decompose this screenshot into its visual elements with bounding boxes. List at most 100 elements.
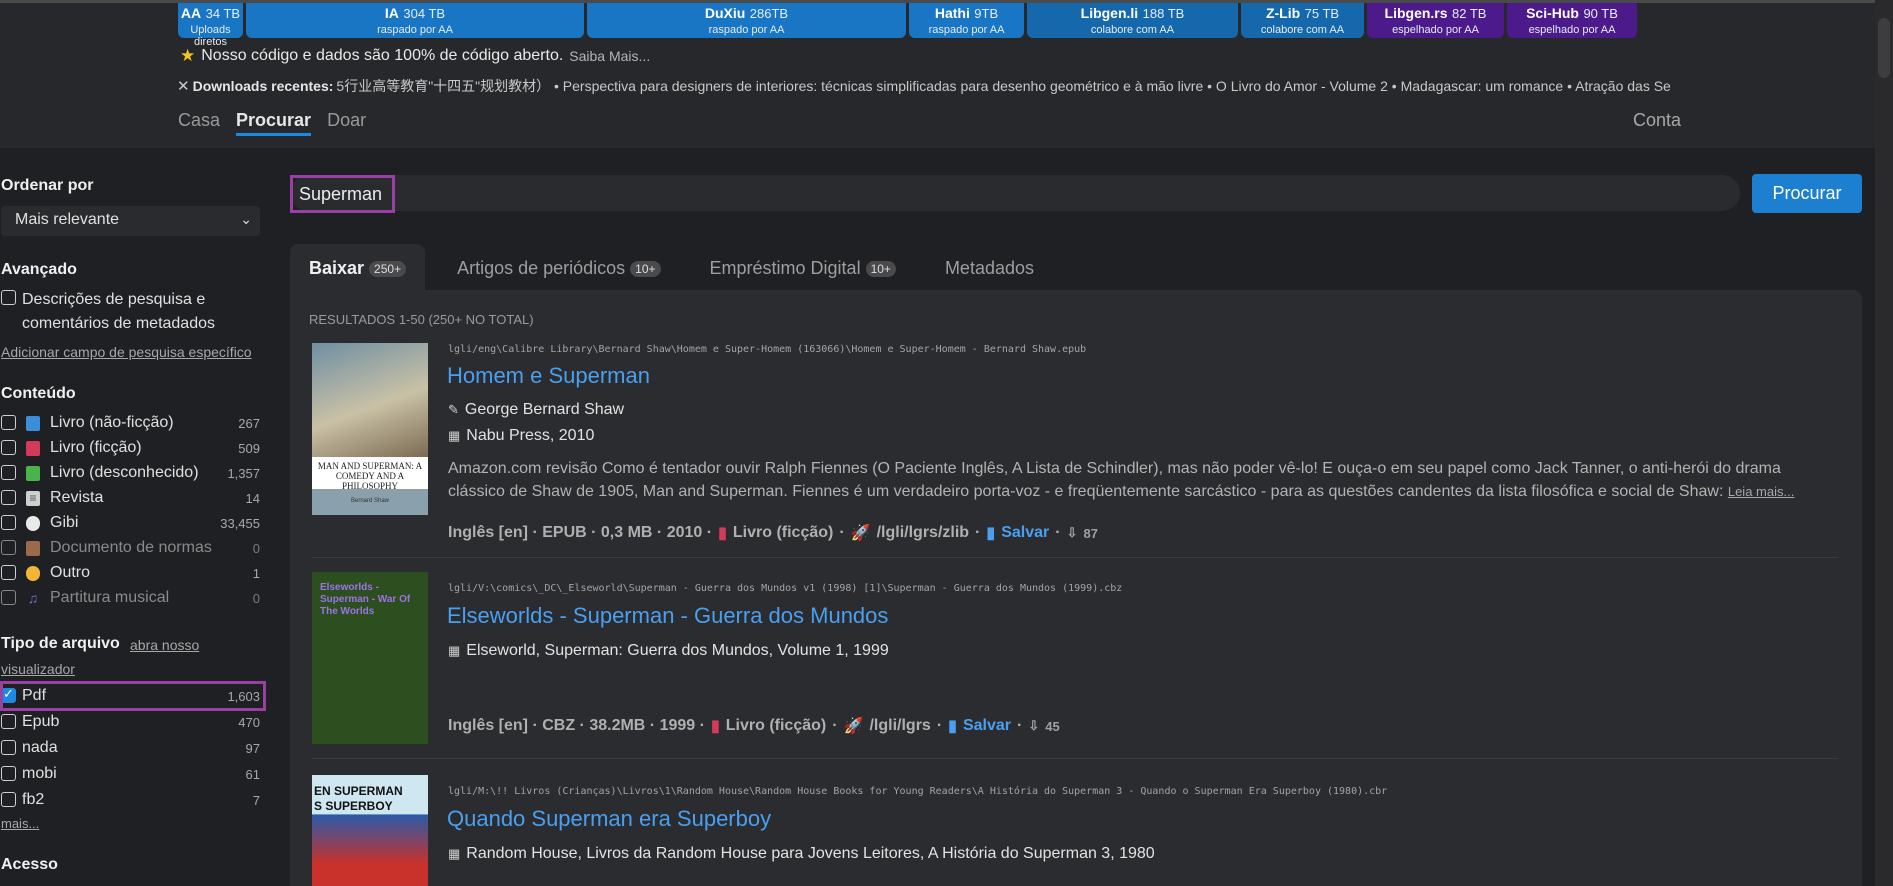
filetype-filter-none[interactable]: nada 97 <box>0 737 262 759</box>
sort-value: Mais relevante <box>15 211 120 228</box>
mirror-zlib[interactable]: Z-Lib 75 TB colabore com AA <box>1241 3 1364 38</box>
filter-count: 1,357 <box>227 466 260 481</box>
filter-label: Livro (desconhecido) <box>50 464 199 481</box>
content-filter-other[interactable]: Outro 1 <box>0 562 262 584</box>
content-filter-unknown[interactable]: Livro (desconhecido) 1,357 <box>0 462 262 484</box>
mirror-ia[interactable]: IA 304 TB raspado por AA <box>246 3 584 38</box>
filter-checkbox[interactable] <box>1 415 16 430</box>
learn-more-link[interactable]: Saiba Mais... <box>569 48 650 64</box>
mirror-scihub[interactable]: Sci-Hub 90 TB espelhado por AA <box>1507 3 1637 38</box>
more-filetypes-link[interactable]: mais... <box>1 816 39 831</box>
result-separator <box>312 758 1838 759</box>
mirror-libgen-li[interactable]: Libgen.li 188 TB colabore com AA <box>1027 3 1238 38</box>
tab-badge: 10+ <box>865 261 896 277</box>
download-icon: ⇩ <box>1066 525 1078 540</box>
scrollbar-thumb[interactable] <box>1878 18 1890 78</box>
nav-home[interactable]: Casa <box>178 110 220 136</box>
mirror-duxiu[interactable]: DuXiu 286TB raspado por AA <box>587 3 906 38</box>
result-title-link[interactable]: Quando Superman era Superboy <box>447 806 771 832</box>
nav-donate[interactable]: Doar <box>327 110 366 136</box>
filter-checkbox[interactable] <box>1 565 16 580</box>
cover-title: MAN AND SUPERMAN: A COMEDY AND A PHILOSO… <box>312 457 428 491</box>
result-item: EN SUPERMAN S SUPERBOY lgli/M:\!! Livros… <box>312 775 1840 886</box>
result-title-link[interactable]: Elseworlds - Superman - Guerra dos Mundo… <box>447 603 888 629</box>
genre-text: Livro (ficção) <box>732 524 834 541</box>
tab-download[interactable]: Baixar 250+ <box>290 244 426 290</box>
mirror-name: Z-Lib <box>1265 5 1301 21</box>
results-count: RESULTADOS 1-50 (250+ NO TOTAL) <box>309 312 534 327</box>
result-publisher: ▦ Random House, Livros da Random House p… <box>448 845 1155 863</box>
content-filter-standards[interactable]: Documento de normas 0 <box>0 537 262 559</box>
filter-checkbox[interactable] <box>1 440 16 455</box>
filetype-filter-fb2[interactable]: fb2 7 <box>0 789 262 811</box>
tab-journal-articles[interactable]: Artigos de periódicos 10+ <box>425 244 679 290</box>
filter-checkbox[interactable] <box>1 792 16 807</box>
viewer-link[interactable]: visualizador <box>1 661 75 677</box>
result-path: lgli/V:\comics\_DC\_Elseworld\Superman -… <box>448 583 1123 594</box>
content-filter-magazine[interactable]: ≡ Revista 14 <box>0 487 262 509</box>
search-descriptions-checkbox[interactable] <box>1 290 16 305</box>
mirror-name: AA <box>180 5 202 21</box>
add-search-field-link[interactable]: Adicionar campo de pesquisa específico <box>1 344 252 360</box>
book-cover[interactable]: Elseworlds - Superman - War Of The World… <box>312 572 428 744</box>
tab-metadata[interactable]: Metadados <box>915 244 1053 290</box>
mirror-name: Libgen.rs <box>1384 5 1448 21</box>
close-icon[interactable]: ✕ <box>177 77 190 95</box>
book-cover[interactable]: EN SUPERMAN S SUPERBOY <box>312 775 428 886</box>
nav-search[interactable]: Procurar <box>236 110 312 136</box>
nav-account[interactable]: Conta <box>1633 110 1681 131</box>
mirror-hathi[interactable]: Hathi 9TB raspado por AA <box>909 3 1024 38</box>
open-viewer-link[interactable]: abra nosso <box>130 637 199 653</box>
publisher-text: Nabu Press, 2010 <box>466 427 595 444</box>
mirror-sub: colabore com AA <box>1260 24 1345 36</box>
save-button[interactable]: Salvar <box>1001 524 1049 542</box>
scrollbar[interactable] <box>1875 0 1893 886</box>
filter-checkbox[interactable] <box>1 714 16 729</box>
save-button[interactable]: Salvar <box>963 717 1011 735</box>
book-cover[interactable]: MAN AND SUPERMAN: A COMEDY AND A PHILOSO… <box>312 343 428 515</box>
filter-checkbox[interactable] <box>1 515 16 530</box>
mirror-libgen-rs[interactable]: Libgen.rs 82 TB espelhado por AA <box>1367 3 1504 38</box>
search-button[interactable]: Procurar <box>1752 174 1862 213</box>
filter-label: Documento de normas <box>50 539 212 556</box>
tab-label: Metadados <box>944 258 1034 278</box>
result-publisher: ▦ Elseworld, Superman: Guerra dos Mundos… <box>448 642 889 660</box>
building-icon: ▦ <box>448 643 461 658</box>
filetype-heading: Tipo de arquivo <box>1 635 120 652</box>
search-input[interactable]: Superman <box>290 175 1740 211</box>
mirror-aa[interactable]: AA 34 TB Uploads diretos <box>178 3 243 48</box>
content-filter-fiction[interactable]: Livro (ficção) 509 <box>0 437 262 459</box>
mirror-size: 188 TB <box>1142 6 1185 21</box>
result-separator <box>312 557 1838 558</box>
bookmark-icon[interactable]: ▮ <box>948 716 957 736</box>
filter-count: 470 <box>238 715 260 730</box>
bookmark-icon[interactable]: ▮ <box>986 523 995 543</box>
tab-badge: 10+ <box>630 261 661 277</box>
tab-label: Baixar <box>309 258 365 278</box>
filter-checkbox[interactable] <box>1 766 16 781</box>
filter-checkbox[interactable] <box>1 590 16 605</box>
filter-checkbox[interactable] <box>1 465 16 480</box>
download-count: 87 <box>1083 525 1098 541</box>
filter-count: 97 <box>245 741 260 756</box>
search-highlight <box>290 175 395 213</box>
results-tabs: Baixar 250+ Artigos de periódicos 10+ Em… <box>290 244 1053 290</box>
filter-checkbox[interactable] <box>1 740 16 755</box>
mirror-name: Hathi <box>934 5 970 21</box>
mirror-size: 34 TB <box>205 6 241 21</box>
content-filter-comic[interactable]: Gibi 33,455 <box>0 512 262 534</box>
filetype-filter-epub[interactable]: Epub 470 <box>0 711 262 733</box>
filter-label: Livro (não-ficção) <box>50 414 174 431</box>
sort-select[interactable]: Mais relevante ⌄ <box>1 206 260 236</box>
filter-checkbox[interactable] <box>1 540 16 555</box>
result-title-link[interactable]: Homem e Superman <box>447 363 650 389</box>
mirror-sub: Uploads diretos <box>190 24 231 48</box>
content-filter-nonfiction[interactable]: Livro (não-ficção) 267 <box>0 412 262 434</box>
recent-downloads-list[interactable]: 5行业高等教育"十四五"规划教材） • Perspectiva para des… <box>336 77 1670 95</box>
tab-digital-lending[interactable]: Empréstimo Digital 10+ <box>680 244 915 290</box>
read-more-link[interactable]: Leia mais... <box>1728 484 1794 499</box>
newspaper-icon: ≡ <box>26 491 40 506</box>
content-filter-sheet-music[interactable]: ♫ Partitura musical 0 <box>0 587 262 609</box>
filetype-filter-mobi[interactable]: mobi 61 <box>0 763 262 785</box>
filter-checkbox[interactable] <box>1 490 16 505</box>
